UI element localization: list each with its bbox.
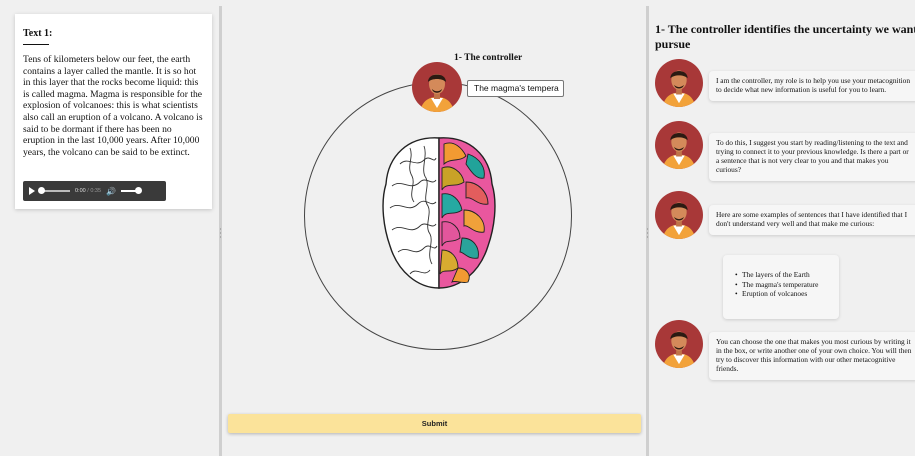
examples-list: The layers of the Earth The magma's temp…: [735, 270, 831, 299]
play-icon[interactable]: [29, 187, 35, 195]
controller-avatar: [655, 320, 703, 368]
message-bubble: To do this, I suggest you start by readi…: [709, 133, 915, 181]
person-icon: [662, 331, 696, 368]
audio-player[interactable]: 0:00 / 0:35 🔊: [23, 181, 166, 201]
controller-avatar: [412, 62, 462, 112]
text-body: Tens of kilometers below our feet, the e…: [23, 54, 203, 158]
audio-duration: 0:35: [90, 188, 102, 194]
title-underline: [23, 44, 49, 45]
person-icon: [662, 202, 696, 239]
audio-progress-slider[interactable]: [38, 187, 70, 194]
submit-button[interactable]: Submit: [228, 414, 641, 433]
audio-time: 0:00 / 0:35: [75, 188, 101, 194]
examples-card: The layers of the Earth The magma's temp…: [723, 255, 839, 319]
volume-icon[interactable]: 🔊: [106, 187, 116, 196]
message-bubble: Here are some examples of sentences that…: [709, 205, 915, 235]
controller-name: 1- The controller: [454, 53, 523, 63]
person-icon: [662, 70, 696, 107]
message-bubble: I am the controller, my role is to help …: [709, 71, 915, 101]
message-bubble: You can choose the one that makes you mo…: [709, 332, 915, 380]
scene-panel: 1- The controller The magma's tempera Su…: [222, 6, 646, 456]
uncertainty-input[interactable]: The magma's tempera: [467, 80, 564, 97]
dialogue-panel: 1- The controller identifies the uncerta…: [649, 6, 915, 456]
list-item: Eruption of volcanoes: [735, 289, 831, 299]
controller-avatar: [655, 121, 703, 169]
person-icon: [420, 74, 454, 112]
text-title: Text 1:: [23, 28, 53, 39]
text-card: Text 1: Tens of kilometers below our fee…: [15, 14, 212, 209]
controller-avatar: [655, 59, 703, 107]
volume-slider[interactable]: [121, 187, 142, 194]
list-item: The layers of the Earth: [735, 270, 831, 280]
brain-illustration: [382, 137, 496, 289]
step-title: 1- The controller identifies the uncerta…: [655, 22, 915, 51]
person-icon: [662, 132, 696, 169]
text-panel: Text 1: Tens of kilometers below our fee…: [0, 6, 219, 456]
controller-avatar: [655, 191, 703, 239]
list-item: The magma's temperature: [735, 280, 831, 290]
audio-current-time: 0:00: [75, 188, 86, 194]
